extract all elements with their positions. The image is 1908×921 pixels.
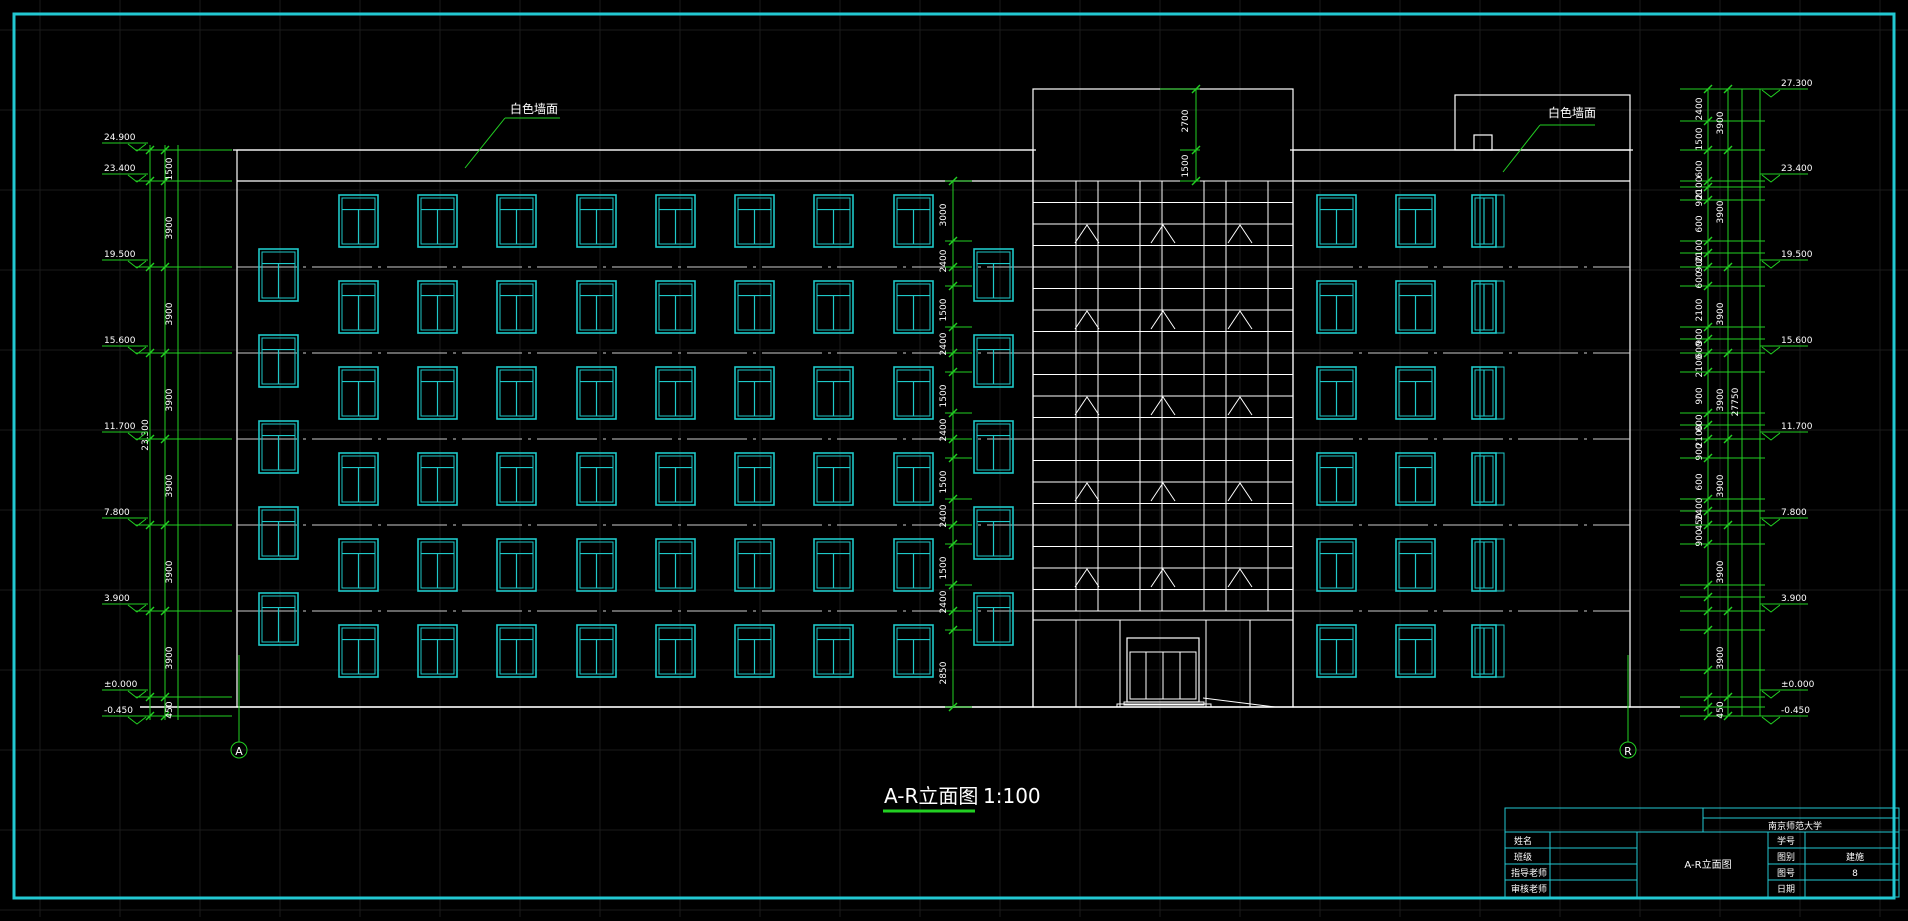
level-right-5: 7.800 xyxy=(1781,508,1807,518)
level-left-7: ±0.000 xyxy=(104,680,138,690)
left-dim-text-6: 3900 xyxy=(165,646,175,669)
level-right-8: -0.450 xyxy=(1781,706,1810,716)
right-outer-dim-text-1: 3900 xyxy=(1716,200,1726,223)
mid-dim-text-9: 2400 xyxy=(939,590,949,613)
mid-dim-text-2: 1500 xyxy=(939,298,949,321)
mid-dim-text-3: 2400 xyxy=(939,332,949,355)
tb-right-label-1: 图别 xyxy=(1777,852,1795,863)
level-left-5: 7.800 xyxy=(104,508,130,518)
mid-dim-text-0: 3000 xyxy=(939,203,949,226)
right-inner-dim-text-16: 900 xyxy=(1695,443,1705,460)
school-name: 南京师范大学 xyxy=(1768,820,1822,832)
right-outer-dim-text-2: 3900 xyxy=(1716,302,1726,325)
cad-drawing-canvas: 1500 3900 3900 3900 3900 3900 3900 450 23.300 300… xyxy=(0,0,1908,917)
left-dim-text-3: 3900 xyxy=(165,388,175,411)
left-dim-text-0: 1500 xyxy=(165,157,175,180)
mid-dim-text-6: 1500 xyxy=(939,470,949,493)
drawing-title-text: A-R立面图 xyxy=(884,784,978,808)
axis-label-r: R xyxy=(1624,745,1632,758)
right-inner-dim-text-1: 1500 xyxy=(1695,127,1705,150)
tb-right-label-0: 学号 xyxy=(1777,835,1795,847)
mid-dim-text-10: 2850 xyxy=(939,661,949,684)
mid-dim-text-4: 1500 xyxy=(939,384,949,407)
tb-right-label-2: 图号 xyxy=(1777,868,1795,879)
right-inner-dim-text-17: 600 xyxy=(1695,473,1705,490)
tb-label-2: 指导老师 xyxy=(1511,867,1547,879)
right-inner-dim-text-2: 600 xyxy=(1695,160,1705,177)
level-left-2: 19.500 xyxy=(104,250,136,260)
mid-dim-text-8: 1500 xyxy=(939,556,949,579)
level-left-4: 11.700 xyxy=(104,422,136,432)
right-inner-dim-text-12: 2100 xyxy=(1695,354,1705,377)
right-outer-dim-text-4: 3900 xyxy=(1716,474,1726,497)
right-inner-dim-text-20: 900 xyxy=(1695,529,1705,546)
right-inner-dim-text-7: 900 xyxy=(1695,255,1705,272)
annotation-right-text: 白色墙面 xyxy=(1548,105,1596,120)
stair-dim-text-1: 1500 xyxy=(1181,154,1191,177)
axis-label-a: A xyxy=(235,745,243,758)
level-left-1: 23.400 xyxy=(104,164,136,174)
mid-dim-text-7: 2400 xyxy=(939,504,949,527)
tb-label-1: 班级 xyxy=(1514,851,1532,863)
right-outer-dim-text-0: 3900 xyxy=(1716,111,1726,134)
right-inner-dim-text-8: 600 xyxy=(1695,271,1705,288)
right-inner-dim-text-13: 900 xyxy=(1695,387,1705,404)
drawing-title: A-R立面图 1:100 xyxy=(883,784,1041,813)
left-dim-total: 23.300 xyxy=(141,419,151,451)
left-dim-text-7: 450 xyxy=(165,701,175,718)
left-dim-text-2: 3900 xyxy=(165,302,175,325)
right-dim-total: 27750 xyxy=(1731,387,1741,416)
left-dim-text-5: 3900 xyxy=(165,560,175,583)
level-right-0: 27.300 xyxy=(1781,79,1813,89)
right-outer-dim-text-5: 3900 xyxy=(1716,560,1726,583)
level-right-4: 11.700 xyxy=(1781,422,1813,432)
tb-drawing-name: A-R立面图 xyxy=(1684,858,1731,871)
right-inner-dim-text-19: 450 xyxy=(1695,513,1705,530)
tb-right-value-2: 8 xyxy=(1852,869,1858,879)
elevation-drawing: 1500 3900 3900 3900 3900 3900 3900 450 23.300 300… xyxy=(0,0,1908,917)
left-dim-text-4: 3900 xyxy=(165,474,175,497)
level-right-7: ±0.000 xyxy=(1781,680,1815,690)
annotation-left-text: 白色墙面 xyxy=(510,101,558,116)
right-inner-dim-text-9: 2100 xyxy=(1695,298,1705,321)
level-left-6: 3.900 xyxy=(104,594,130,604)
tb-right-value-1: 建施 xyxy=(1846,851,1864,863)
level-left-0: 24.900 xyxy=(104,133,136,143)
mid-dim-text-1: 2400 xyxy=(939,249,949,272)
level-right-2: 19.500 xyxy=(1781,250,1813,260)
level-right-3: 15.600 xyxy=(1781,336,1813,346)
level-left-8: -0.450 xyxy=(104,706,133,716)
right-inner-dim-text-5: 600 xyxy=(1695,215,1705,232)
tb-right-label-3: 日期 xyxy=(1777,884,1795,895)
right-outer-dim-text-6: 3900 xyxy=(1716,646,1726,669)
level-left-3: 15.600 xyxy=(104,336,136,346)
tb-label-3: 审核老师 xyxy=(1511,883,1547,895)
mid-dim-text-5: 2400 xyxy=(939,418,949,441)
tb-label-0: 姓名 xyxy=(1514,835,1532,847)
drawing-scale-text: 1:100 xyxy=(983,784,1041,808)
left-dim-text-1: 3900 xyxy=(165,216,175,239)
right-inner-dim-text-0: 2400 xyxy=(1695,97,1705,120)
level-right-6: 3.900 xyxy=(1781,594,1807,604)
right-inner-dim-text-4: 900 xyxy=(1695,189,1705,206)
right-outer-dim-text-7: 450 xyxy=(1716,701,1726,718)
stair-dim-text-0: 2700 xyxy=(1181,109,1191,132)
right-outer-dim-text-3: 3900 xyxy=(1716,388,1726,411)
level-right-1: 23.400 xyxy=(1781,164,1813,174)
